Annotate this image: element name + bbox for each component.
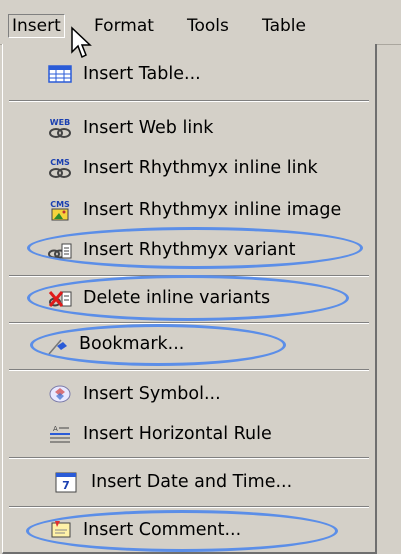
svg-text:WEB: WEB [50, 118, 70, 127]
cms-link-icon: CMS [49, 158, 71, 178]
menu-separator [9, 275, 369, 277]
menu-tools[interactable]: Tools [183, 14, 233, 38]
mouse-pointer-icon [71, 26, 92, 59]
menu-item-label: Insert Rhythmyx inline image [83, 200, 342, 220]
menu-item-insert-rhythmyx-inline-link[interactable]: CMS Insert Rhythmyx inline link [3, 148, 375, 188]
menu-item-insert-rhythmyx-inline-image[interactable]: CMS Insert Rhythmyx inline image [3, 190, 375, 230]
menu-separator [9, 369, 369, 371]
svg-text:CMS: CMS [50, 158, 70, 167]
menu-item-insert-comment[interactable]: Insert Comment... [3, 510, 375, 550]
web-link-icon: WEB [49, 118, 71, 138]
bookmark-icon [48, 339, 67, 355]
menu-item-label: Insert Rhythmyx variant [83, 240, 296, 260]
insert-dropdown-menu: Insert Table... WEB Insert Web link CMS … [2, 44, 377, 554]
menu-item-insert-web-link[interactable]: WEB Insert Web link [3, 108, 375, 148]
symbol-icon [49, 385, 71, 403]
svg-text:CMS: CMS [50, 200, 70, 209]
menu-item-delete-inline-variants[interactable]: Delete inline variants [3, 278, 375, 318]
menu-item-insert-rhythmyx-variant[interactable]: Insert Rhythmyx variant [3, 230, 375, 270]
menu-separator [9, 506, 369, 508]
menu-item-label: Bookmark... [79, 334, 185, 354]
menu-table[interactable]: Table [258, 14, 310, 38]
menu-separator [9, 100, 369, 102]
menu-item-label: Insert Comment... [83, 520, 242, 540]
menu-item-insert-horizontal-rule[interactable]: A Insert Horizontal Rule [3, 414, 375, 454]
svg-text:7: 7 [62, 479, 70, 492]
menu-item-insert-table[interactable]: Insert Table... [3, 54, 375, 94]
menu-item-label: Insert Web link [83, 118, 214, 138]
menu-item-label: Insert Symbol... [83, 384, 221, 404]
menu-item-label: Insert Table... [83, 64, 201, 84]
menu-insert[interactable]: Insert [8, 14, 65, 38]
calendar-icon: 7 [55, 472, 77, 493]
menu-item-insert-date-and-time[interactable]: 7 Insert Date and Time... [3, 462, 375, 502]
menu-item-insert-symbol[interactable]: Insert Symbol... [3, 374, 375, 414]
menu-bar: Insert Format Tools Table [0, 0, 401, 45]
horizontal-rule-icon: A [50, 425, 70, 443]
menu-item-label: Insert Date and Time... [91, 472, 293, 492]
menu-format[interactable]: Format [90, 14, 158, 38]
menu-item-label: Insert Rhythmyx inline link [83, 158, 318, 178]
menu-item-bookmark[interactable]: Bookmark... [3, 324, 375, 364]
menu-item-label: Delete inline variants [83, 288, 271, 308]
svg-text:A: A [53, 425, 58, 433]
table-icon [48, 65, 72, 83]
cms-image-icon: CMS [50, 200, 70, 221]
menu-item-label: Insert Horizontal Rule [83, 424, 272, 444]
menu-separator [9, 457, 369, 459]
comment-icon [51, 521, 71, 538]
variant-icon [48, 243, 72, 259]
delete-variant-icon [48, 291, 72, 307]
